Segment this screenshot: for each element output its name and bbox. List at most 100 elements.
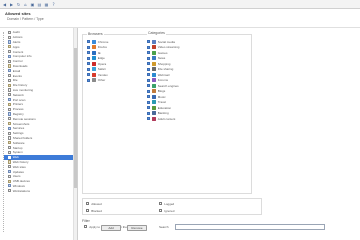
status-checkbox[interactable] — [86, 209, 90, 213]
tree-node-icon — [8, 93, 12, 97]
option-checkbox[interactable] — [147, 56, 151, 60]
tree-node-icon — [8, 40, 12, 44]
option-label: Chrome — [97, 39, 109, 44]
print-icon[interactable]: ▤ — [37, 2, 42, 7]
option-icon — [152, 94, 156, 99]
back-icon[interactable]: ◀ — [2, 2, 7, 7]
option-label: Blogs — [157, 89, 166, 94]
sidebar-item-label: Startup — [12, 145, 23, 150]
option-checkbox[interactable] — [147, 67, 151, 71]
sidebar-item-label: Downloads — [12, 63, 28, 68]
sidebar-item-label: File history — [12, 83, 28, 88]
option-checkbox[interactable] — [87, 40, 91, 44]
option-checkbox[interactable] — [87, 78, 91, 82]
option-icon — [152, 72, 156, 77]
tree-node-icon — [8, 69, 12, 73]
option-checkbox[interactable] — [87, 51, 91, 55]
option-label: Shopping — [157, 61, 171, 66]
tree-node-icon — [8, 30, 12, 34]
sidebar-item-label: Events — [12, 73, 22, 78]
option-checkbox[interactable] — [147, 117, 151, 121]
status-option[interactable]: Logged — [159, 201, 174, 207]
tree-node-icon — [8, 64, 12, 68]
option-label: Webmail — [157, 72, 170, 77]
category-options: Social media Video streaming Games News Shop… — [147, 39, 227, 122]
option-row[interactable]: Other — [87, 78, 147, 84]
sidebar-tree: Audit Actions Alerts Apps Content Computer in… — [0, 28, 78, 240]
home-icon[interactable]: ⌂ — [23, 2, 28, 7]
option-icon — [92, 45, 96, 50]
tree-node-icon — [8, 112, 12, 116]
filter-title: Filter — [82, 219, 90, 223]
option-checkbox[interactable] — [147, 78, 151, 82]
sidebar-item-label: Shared folders — [12, 135, 33, 140]
sidebar-item-label: USB devices — [12, 179, 30, 184]
save-icon[interactable]: ▣ — [30, 2, 35, 7]
sidebar-item-label: Users — [12, 174, 21, 179]
tree-node-icon — [8, 117, 12, 121]
search-input[interactable] — [175, 224, 325, 230]
tree-node-icon — [8, 141, 12, 145]
option-checkbox[interactable] — [87, 67, 91, 71]
add-button[interactable]: Add — [101, 225, 121, 231]
option-checkbox[interactable] — [147, 106, 151, 110]
option-label: File sharing — [157, 67, 174, 72]
option-checkbox[interactable] — [87, 73, 91, 77]
toolbar: ◀ ▶ ↻ ⌂ ▣ ▤ ▦ ? — [0, 0, 360, 9]
refresh-icon[interactable]: ↻ — [16, 2, 21, 7]
remove-button[interactable]: Remove — [127, 225, 147, 231]
sidebar-item-label: Email — [12, 68, 21, 73]
option-checkbox[interactable] — [87, 62, 91, 66]
option-checkbox[interactable] — [147, 89, 151, 93]
option-row[interactable]: Adult content — [147, 116, 227, 122]
sidebar-item-label: Audit — [12, 30, 20, 35]
tree-node-icon — [8, 97, 12, 102]
sidebar-item-label: Actions — [12, 35, 23, 40]
status-checkbox[interactable] — [159, 209, 163, 213]
option-checkbox[interactable] — [147, 73, 151, 77]
option-label: Travel — [157, 100, 167, 105]
status-option[interactable]: Allowed — [86, 201, 102, 207]
sidebar-item-label: Apps — [12, 44, 20, 49]
tree-list: Audit Actions Alerts Apps Content Computer in… — [4, 30, 74, 193]
status-option[interactable]: Blocked — [86, 208, 102, 214]
grid-icon[interactable]: ▦ — [44, 2, 49, 7]
option-icon — [152, 105, 156, 110]
tree-node-icon — [8, 126, 12, 130]
sidebar-item-label: Windows — [12, 183, 25, 188]
tree-node-icon — [8, 145, 12, 150]
option-checkbox[interactable] — [87, 56, 91, 60]
tree-node-icon — [8, 169, 12, 174]
option-checkbox[interactable] — [147, 51, 151, 55]
page-title: Allowed sites — [5, 11, 31, 16]
tree-node-icon — [8, 35, 12, 39]
status-option[interactable]: Ignored — [159, 208, 174, 214]
page-header: Allowed sites Domain / Pattern / Type — [0, 9, 360, 28]
option-checkbox[interactable] — [87, 45, 91, 49]
status-checkbox[interactable] — [86, 202, 90, 206]
option-checkbox[interactable] — [147, 95, 151, 99]
tree-node-icon — [8, 73, 12, 78]
help-icon[interactable]: ? — [51, 2, 56, 7]
tree-node-icon — [8, 83, 12, 87]
sidebar-item[interactable]: Workstations — [4, 188, 74, 193]
status-checkbox[interactable] — [159, 202, 163, 206]
tree-node-icon — [8, 54, 12, 58]
option-checkbox[interactable] — [147, 62, 151, 66]
tree-node-icon — [8, 107, 12, 111]
apply-all-checkbox[interactable] — [84, 224, 88, 229]
sidebar-scrollbar[interactable] — [73, 28, 77, 240]
option-label: IE — [97, 50, 101, 55]
option-label: Video streaming — [157, 45, 180, 50]
browser-options: Chrome Firefox IE Edge Opera Safari Yandex Othe… — [87, 39, 147, 83]
option-checkbox[interactable] — [147, 100, 151, 104]
sidebar-scroll-thumb[interactable] — [74, 48, 77, 188]
option-checkbox[interactable] — [147, 111, 151, 115]
option-label: News — [157, 56, 166, 61]
option-checkbox[interactable] — [147, 45, 151, 49]
option-label: Yandex — [97, 72, 108, 77]
forward-icon[interactable]: ▶ — [9, 2, 14, 7]
option-checkbox[interactable] — [147, 40, 151, 44]
option-checkbox[interactable] — [147, 84, 151, 88]
option-icon — [152, 83, 156, 88]
